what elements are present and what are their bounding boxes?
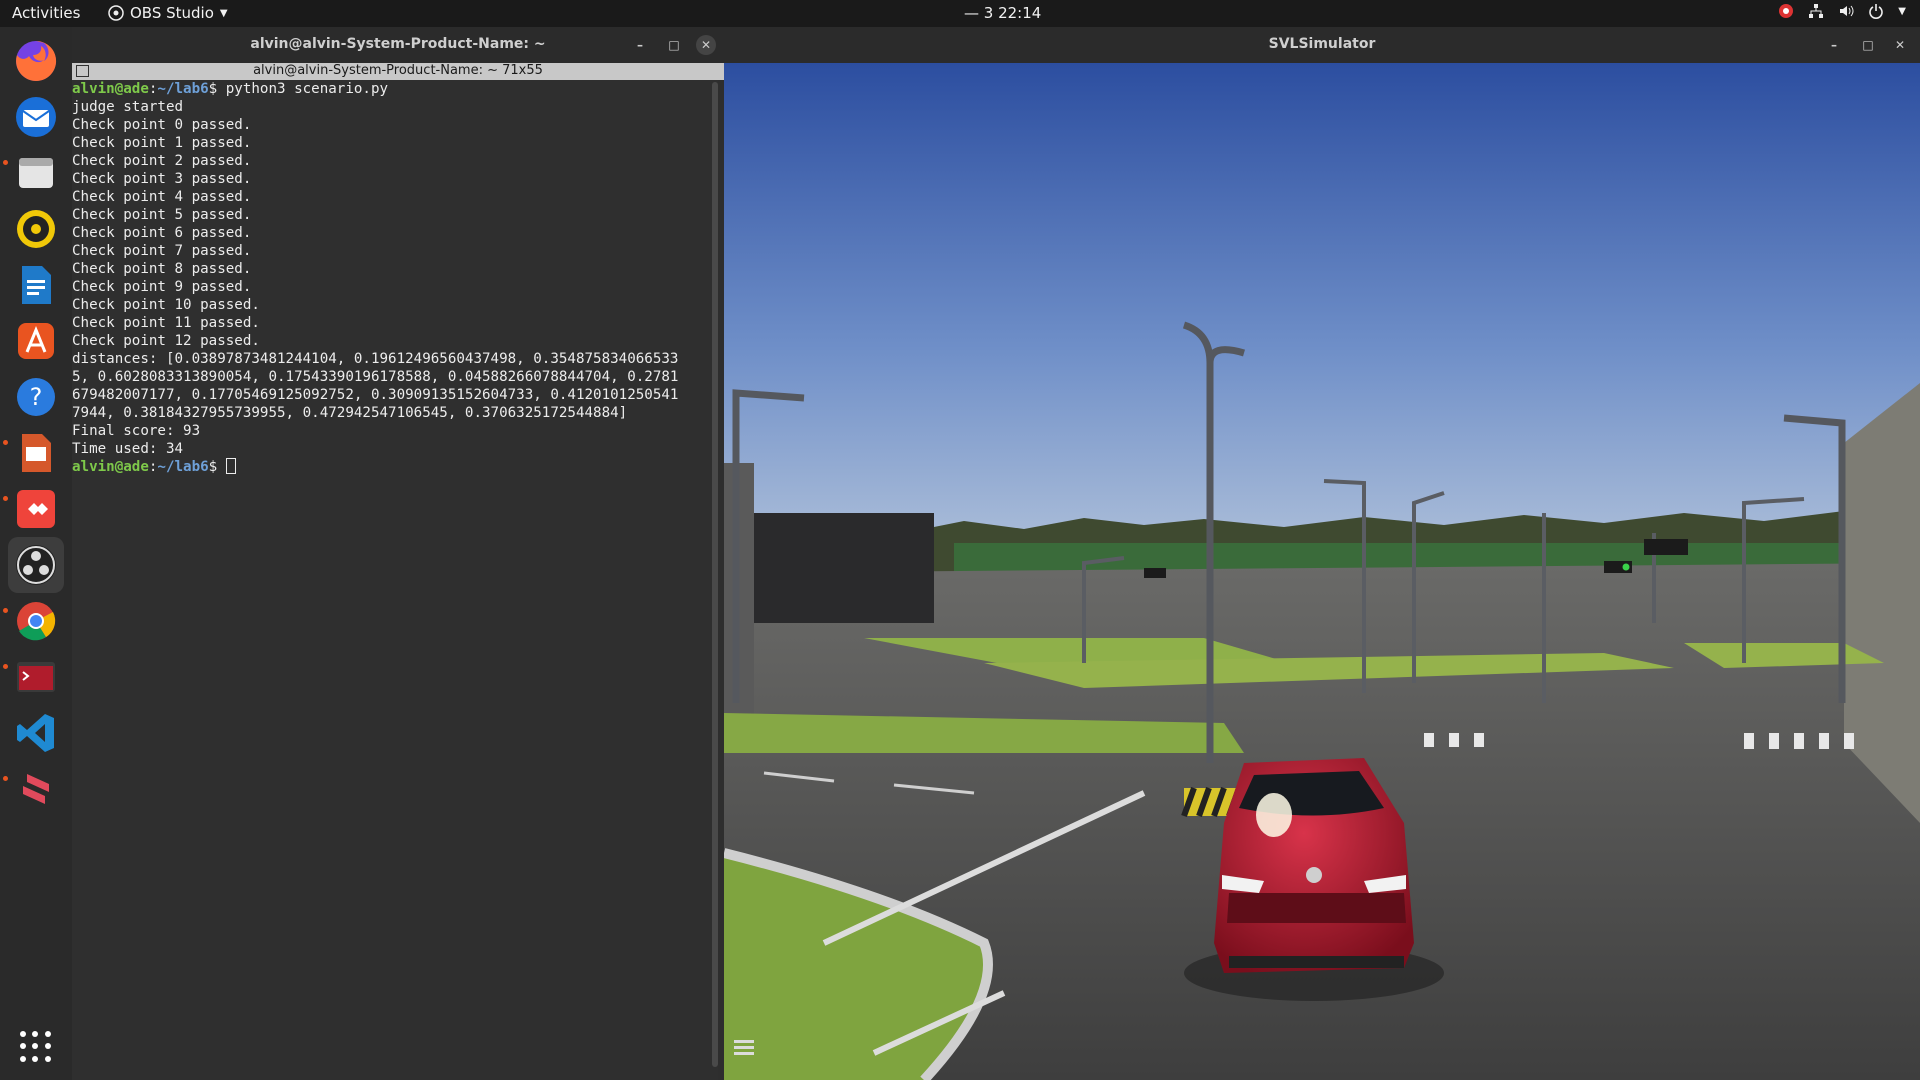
show-apps-icon[interactable] xyxy=(20,1031,52,1063)
output-line: 5, 0.6028083313890054, 0.175433901961785… xyxy=(72,369,679,385)
software-store-icon xyxy=(18,323,54,359)
maximize-button[interactable]: □ xyxy=(1858,35,1878,55)
terminal-launcher[interactable] xyxy=(8,649,64,705)
files-launcher[interactable] xyxy=(8,145,64,201)
software-launcher[interactable] xyxy=(8,313,64,369)
output-line: Check point 5 passed. xyxy=(72,207,252,223)
menu-icon[interactable] xyxy=(734,1040,754,1055)
output-line: Check point 12 passed. xyxy=(72,333,260,349)
impress-launcher[interactable] xyxy=(8,425,64,481)
green-light xyxy=(1622,563,1630,571)
vscode-icon xyxy=(17,714,54,752)
system-tray[interactable]: ▼ xyxy=(1778,3,1906,19)
output-line: Check point 8 passed. xyxy=(72,261,252,277)
prompt-user: alvin@ade xyxy=(72,459,149,475)
building xyxy=(744,513,934,623)
prompt-user: alvin@ade xyxy=(72,81,149,97)
window-title: SVLSimulator xyxy=(1268,36,1376,52)
command-line: alvin@ade:~/lab6$ python3 scenario.py xyxy=(72,81,389,97)
output-line: Check point 4 passed. xyxy=(72,189,252,205)
output-line: judge started xyxy=(72,99,184,115)
simulation-viewport[interactable] xyxy=(724,63,1920,1080)
output-line: Check point 11 passed. xyxy=(72,315,260,331)
prompt-path: ~/lab6 xyxy=(157,81,209,97)
writer-launcher[interactable] xyxy=(8,257,64,313)
scrollbar[interactable] xyxy=(712,82,718,1067)
simulator-window[interactable]: SVLSimulator – □ ✕ xyxy=(724,27,1920,1080)
terminal-tab[interactable]: alvin@alvin-System-Product-Name: ~ 71x55 xyxy=(72,63,724,80)
output-line: Check point 6 passed. xyxy=(72,225,252,241)
prompt-path: ~/lab6 xyxy=(157,459,209,475)
clock[interactable]: — 3 22:14 xyxy=(964,4,1041,22)
terminal-icon xyxy=(17,662,55,692)
chrome-launcher[interactable] xyxy=(8,593,64,649)
power-icon[interactable] xyxy=(1868,3,1884,19)
rhythmbox-icon xyxy=(17,210,55,248)
folder-icon xyxy=(19,158,53,188)
thunderbird-launcher[interactable] xyxy=(8,89,64,145)
output-line: Check point 2 passed. xyxy=(72,153,252,169)
terminal-output[interactable]: alvin@ade:~/lab6$ python3 scenario.py ju… xyxy=(72,80,718,1080)
anydesk-launcher[interactable] xyxy=(8,481,64,537)
chevron-down-icon[interactable]: ▼ xyxy=(1898,6,1906,17)
obs-icon xyxy=(16,545,56,585)
traffic-light xyxy=(1644,539,1688,555)
output-line: 679482007177, 0.17705469125092752, 0.309… xyxy=(72,387,679,403)
sublime-merge-launcher[interactable] xyxy=(8,761,64,817)
sublime-merge-icon xyxy=(23,774,49,804)
close-button[interactable]: ✕ xyxy=(1890,35,1910,55)
text-cursor xyxy=(225,458,236,474)
thunderbird-icon xyxy=(16,97,56,137)
output-line: Check point 1 passed. xyxy=(72,135,252,151)
svg-text:?: ? xyxy=(30,383,43,411)
maximize-button[interactable]: □ xyxy=(664,35,684,55)
firefox-icon xyxy=(16,40,57,81)
minimize-button[interactable]: – xyxy=(1824,35,1844,55)
output-line: Check point 3 passed. xyxy=(72,171,252,187)
window-title: alvin@alvin-System-Product-Name: ~ xyxy=(250,36,546,52)
prompt-line: alvin@ade:~/lab6$ xyxy=(72,458,718,476)
traffic-light xyxy=(1144,568,1166,578)
obs-tray-icon[interactable] xyxy=(1778,3,1794,19)
minimize-button[interactable]: – xyxy=(630,35,650,55)
app-menu[interactable]: OBS Studio ▼ xyxy=(108,4,228,22)
writer-icon xyxy=(22,266,51,304)
sky xyxy=(724,63,1920,583)
simulator-titlebar[interactable]: SVLSimulator – □ ✕ xyxy=(724,27,1920,63)
help-launcher[interactable]: ? xyxy=(8,369,64,425)
command-text: python3 scenario.py xyxy=(225,81,389,97)
rhythmbox-launcher[interactable] xyxy=(8,201,64,257)
chrome-icon xyxy=(17,602,56,641)
app-menu-label: OBS Studio xyxy=(130,4,214,22)
vscode-launcher[interactable] xyxy=(8,705,64,761)
output-lines: judge started Check point 0 passed. Check … xyxy=(72,98,718,458)
dock: ? xyxy=(0,27,72,1080)
anydesk-icon xyxy=(17,490,55,528)
top-bar: Activities OBS Studio ▼ — 3 22:14 ▼ xyxy=(0,0,1920,27)
network-icon[interactable] xyxy=(1808,3,1824,19)
output-line: Check point 10 passed. xyxy=(72,297,260,313)
activities-button[interactable]: Activities xyxy=(12,4,80,22)
output-line: distances: [0.03897873481244104, 0.19612… xyxy=(72,351,679,367)
chevron-down-icon: ▼ xyxy=(219,7,228,19)
firefox-launcher[interactable] xyxy=(8,33,64,89)
scene-render xyxy=(724,63,1920,1080)
obs-icon xyxy=(108,5,124,21)
output-line: 7944, 0.38184327955739955, 0.47294254710… xyxy=(72,405,628,421)
tab-title: alvin@alvin-System-Product-Name: ~ 71x55 xyxy=(253,63,543,78)
impress-icon xyxy=(22,434,51,472)
output-line: Check point 0 passed. xyxy=(72,117,252,133)
output-line: Time used: 34 xyxy=(72,441,184,457)
volume-icon[interactable] xyxy=(1838,3,1854,19)
terminal-window[interactable]: alvin@alvin-System-Product-Name: ~ – □ ✕… xyxy=(72,27,724,1080)
output-line: Check point 9 passed. xyxy=(72,279,252,295)
output-line: Check point 7 passed. xyxy=(72,243,252,259)
obs-launcher[interactable] xyxy=(8,537,64,593)
help-icon: ? xyxy=(17,378,55,416)
close-button[interactable]: ✕ xyxy=(696,35,716,55)
terminal-titlebar[interactable]: alvin@alvin-System-Product-Name: ~ – □ ✕ xyxy=(72,27,724,63)
output-line: Final score: 93 xyxy=(72,423,201,439)
